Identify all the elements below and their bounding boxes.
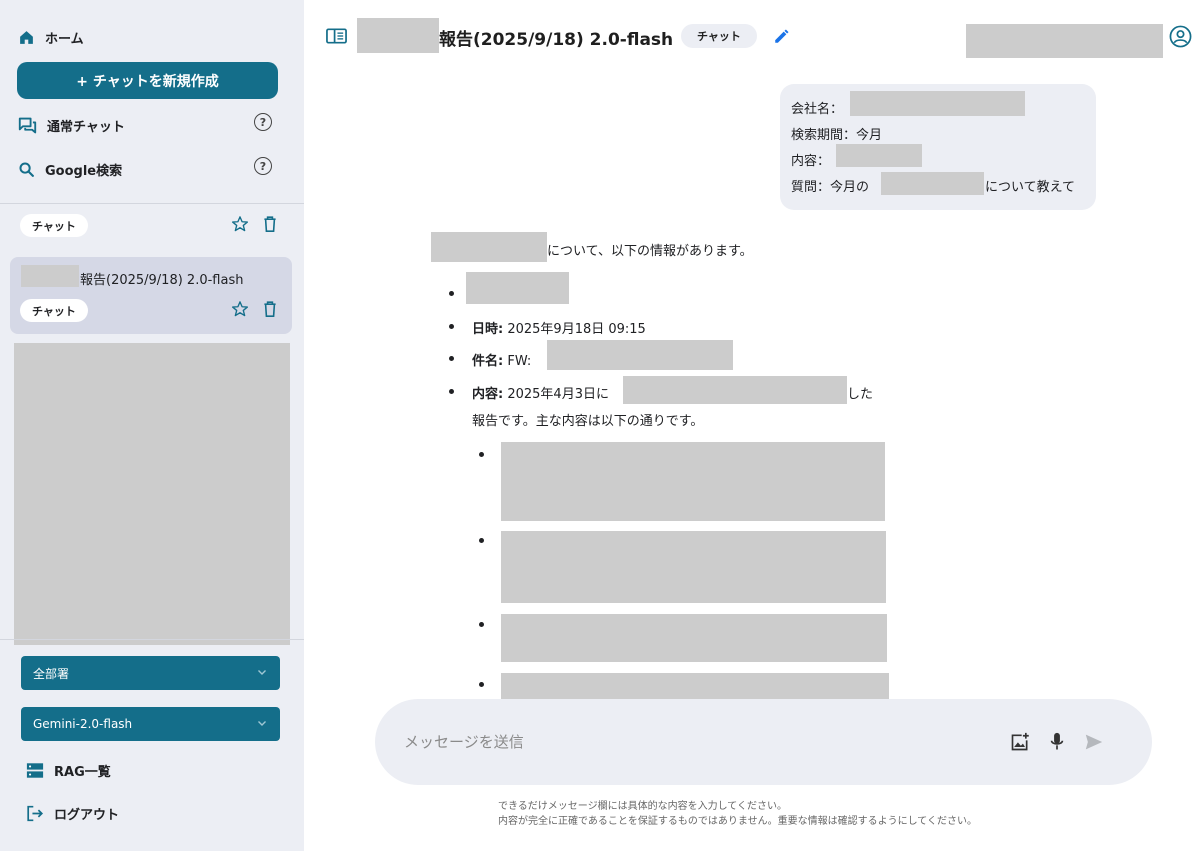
redacted-block [850, 91, 1025, 116]
user-message-line: 会社名： [791, 102, 844, 117]
trash-icon[interactable] [262, 215, 278, 233]
history-item-title: 報告(2025/9/18) 2.0-flash [80, 273, 244, 288]
redacted-block [881, 172, 984, 195]
help-icon[interactable]: ? [254, 113, 272, 131]
model-select[interactable]: Gemini-2.0-flash [21, 707, 280, 741]
message-input[interactable] [404, 730, 964, 754]
home-icon [20, 31, 33, 44]
department-select-value: 全部署 [33, 666, 70, 681]
sidebar-item-google-search[interactable]: Google検索 [18, 160, 122, 179]
chat-icon [18, 117, 37, 134]
microphone-icon[interactable] [1050, 732, 1064, 752]
list-bullet [449, 389, 454, 394]
list-item-text: 報告です。主な内容は以下の通りです。 [472, 414, 704, 429]
new-chat-button[interactable]: + チャットを新規作成 [17, 62, 278, 99]
list-item: 内容: 2025年4月3日に [472, 387, 609, 402]
disclaimer-text: できるだけメッセージ欄には具体的な内容を入力してください。 [498, 801, 787, 812]
sidebar-divider [0, 639, 304, 640]
add-image-icon[interactable] [1010, 732, 1030, 752]
star-icon[interactable] [231, 215, 249, 233]
sidebar-toggle-icon[interactable] [326, 28, 347, 44]
list-bullet [449, 356, 454, 361]
list-item-text: した [847, 387, 874, 402]
redacted-block [501, 614, 887, 662]
history-item-badge: チャット [20, 214, 88, 237]
user-message-line: 内容： [791, 154, 831, 169]
redacted-block [547, 340, 733, 370]
redacted-block [501, 531, 886, 603]
sidebar-item-label: 通常チャット [47, 120, 125, 135]
redacted-history-list [14, 343, 290, 645]
redacted-block [836, 144, 922, 167]
page-title: 報告(2025/9/18) 2.0-flash [439, 30, 674, 50]
user-message-line: について教えて [985, 180, 1075, 195]
list-item: 件名: FW: [472, 354, 532, 369]
logout-icon [27, 805, 44, 822]
trash-icon[interactable] [262, 300, 278, 318]
list-bullet [479, 452, 484, 457]
sidebar-item-label: ホーム [45, 32, 84, 47]
redacted-block [623, 376, 847, 404]
chevron-down-icon [258, 670, 266, 675]
chevron-down-icon [258, 721, 266, 726]
storage-icon [26, 763, 44, 778]
redacted-block [21, 265, 79, 287]
disclaimer-text: 内容が完全に正確であることを保証するものではありません。重要な情報は確認するよう… [498, 816, 977, 827]
edit-icon[interactable] [773, 27, 791, 45]
redacted-block [501, 673, 889, 699]
list-bullet [479, 682, 484, 687]
star-icon[interactable] [231, 300, 249, 318]
sidebar-item-label: Google検索 [45, 164, 123, 179]
model-select-value: Gemini-2.0-flash [33, 717, 133, 731]
sidebar-item-home[interactable]: ホーム [18, 28, 84, 47]
redacted-block [501, 442, 885, 521]
list-bullet [479, 622, 484, 627]
history-item-badge: チャット [20, 299, 88, 322]
list-bullet [479, 538, 484, 543]
sidebar-item-normal-chat[interactable]: 通常チャット [18, 116, 125, 135]
redacted-block [466, 272, 569, 304]
chat-type-chip: チャット [681, 24, 757, 48]
search-icon [19, 162, 34, 177]
sidebar-item-logout[interactable]: ログアウト [26, 804, 119, 823]
sidebar-item-rag-list[interactable]: RAG一覧 [26, 761, 111, 780]
redacted-block [357, 18, 439, 53]
sidebar-item-label: RAG一覧 [54, 765, 111, 780]
sidebar-divider [0, 203, 304, 204]
help-icon[interactable]: ? [254, 157, 272, 175]
redacted-block [431, 232, 547, 262]
redacted-block [966, 24, 1163, 58]
list-item: 日時: 2025年9月18日 09:15 [472, 322, 646, 337]
sidebar-item-label: ログアウト [54, 808, 120, 823]
list-bullet [449, 324, 454, 329]
department-select[interactable]: 全部署 [21, 656, 280, 690]
response-intro: について、以下の情報があります。 [547, 244, 753, 259]
send-icon[interactable] [1084, 733, 1104, 751]
user-account-icon[interactable] [1169, 25, 1192, 48]
user-message-line: 検索期間：今月 [791, 128, 883, 143]
list-bullet [449, 291, 454, 296]
user-message-line: 質問：今月の [791, 180, 870, 195]
